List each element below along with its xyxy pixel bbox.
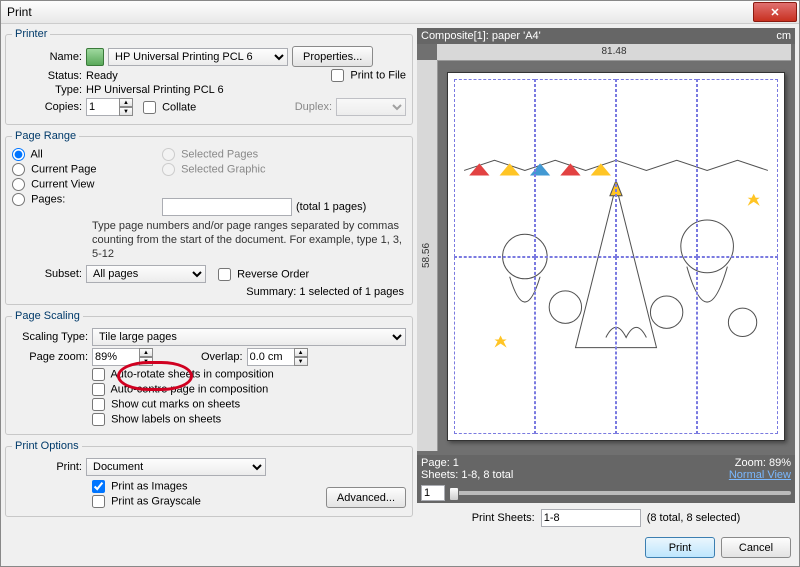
page-range-group: Page Range All Current Page Current View… — [5, 130, 413, 305]
print-dialog: Print ✕ Printer Name: HP Universal Print… — [0, 0, 800, 567]
subset-label: Subset: — [12, 268, 82, 280]
tile-grid — [454, 79, 778, 434]
overlap-down[interactable]: ▼ — [294, 357, 308, 366]
scaling-type-label: Scaling Type: — [12, 331, 88, 343]
printer-legend: Printer — [12, 28, 50, 40]
overlap-spinner[interactable]: ▲▼ — [247, 348, 308, 366]
zoom-slider-row — [417, 483, 795, 503]
zoom-up[interactable]: ▲ — [139, 348, 153, 357]
dialog-buttons: Print Cancel — [417, 533, 795, 562]
pages-help: Type page numbers and/or page ranges sep… — [92, 220, 406, 261]
ruler-horizontal: 81.48 — [437, 44, 791, 61]
zoom-input[interactable] — [92, 348, 140, 366]
cancel-button[interactable]: Cancel — [721, 537, 791, 558]
scaling-type-select[interactable]: Tile large pages — [92, 328, 406, 346]
preview-page: Page: 1 — [421, 457, 513, 469]
reverse-order-checkbox[interactable]: Reverse Order — [218, 268, 309, 281]
preview-unit: cm — [776, 30, 791, 42]
preview-footer: Page: 1 Sheets: 1-8, 8 total Zoom: 89% N… — [417, 455, 795, 483]
printer-name-select[interactable]: HP Universal Printing PCL 6 — [108, 48, 288, 66]
selected-graphic-radio: Selected Graphic — [162, 163, 265, 176]
print-what-label: Print: — [12, 461, 82, 473]
overlap-up[interactable]: ▲ — [294, 348, 308, 357]
range-current-view-radio[interactable]: Current View — [12, 178, 94, 191]
slider-thumb[interactable] — [449, 487, 459, 501]
zoom-down[interactable]: ▼ — [139, 357, 153, 366]
pages-input[interactable] — [162, 198, 292, 216]
range-current-page-radio[interactable]: Current Page — [12, 163, 97, 176]
preview-header: Composite[1]: paper 'A4' cm — [417, 28, 795, 44]
subset-select[interactable]: All pages — [86, 265, 206, 283]
grayscale-checkbox[interactable]: Print as Grayscale — [92, 495, 201, 508]
preview-area[interactable]: 81.48 58.56 — [417, 44, 795, 455]
copies-spinner[interactable]: ▲▼ — [86, 98, 133, 116]
close-button[interactable]: ✕ — [753, 2, 797, 22]
preview-title: Composite[1]: paper 'A4' — [421, 30, 541, 42]
print-sheets-row: Print Sheets: (8 total, 8 selected) — [417, 503, 795, 533]
print-sheets-info: (8 total, 8 selected) — [647, 512, 741, 524]
labels-checkbox[interactable]: Show labels on sheets — [92, 413, 221, 426]
print-what-select[interactable]: Document — [86, 458, 266, 476]
range-pages-radio[interactable]: Pages: — [12, 193, 65, 206]
properties-button[interactable]: Properties... — [292, 46, 373, 67]
close-icon: ✕ — [770, 6, 779, 19]
copies-label: Copies: — [12, 101, 82, 113]
selected-pages-radio: Selected Pages — [162, 148, 258, 161]
preview-paper — [447, 72, 785, 441]
print-sheets-input[interactable] — [541, 509, 641, 527]
advanced-button[interactable]: Advanced... — [326, 487, 406, 508]
overlap-input[interactable] — [247, 348, 295, 366]
zoom-spinner[interactable]: ▲▼ — [92, 348, 153, 366]
copies-up[interactable]: ▲ — [119, 98, 133, 107]
range-all-radio[interactable]: All — [12, 148, 43, 161]
name-label: Name: — [12, 51, 82, 63]
total-pages: (total 1 pages) — [296, 201, 366, 213]
print-sheets-label: Print Sheets: — [472, 512, 535, 524]
copies-input[interactable] — [86, 98, 120, 116]
printer-group: Printer Name: HP Universal Printing PCL … — [5, 28, 413, 125]
zoom-label: Page zoom: — [12, 351, 88, 363]
print-as-images-checkbox[interactable]: Print as Images — [92, 480, 187, 493]
status-value: Ready — [86, 70, 327, 82]
overlap-label: Overlap: — [201, 351, 243, 363]
titlebar: Print ✕ — [1, 1, 799, 24]
cut-marks-checkbox[interactable]: Show cut marks on sheets — [92, 398, 240, 411]
type-value: HP Universal Printing PCL 6 — [86, 84, 224, 96]
window-title: Print — [7, 5, 753, 19]
collate-checkbox[interactable]: Collate — [143, 101, 196, 114]
status-label: Status: — [12, 70, 82, 82]
printer-icon — [86, 48, 104, 66]
scaling-legend: Page Scaling — [12, 310, 83, 322]
normal-view-link[interactable]: Normal View — [729, 469, 791, 481]
range-legend: Page Range — [12, 130, 79, 142]
print-button[interactable]: Print — [645, 537, 715, 558]
page-scaling-group: Page Scaling Scaling Type: Tile large pa… — [5, 310, 413, 435]
zoom-slider[interactable] — [449, 491, 791, 495]
print-options-group: Print Options Print: Document Print as I… — [5, 440, 413, 517]
slider-value[interactable] — [421, 485, 445, 501]
options-legend: Print Options — [12, 440, 82, 452]
auto-rotate-checkbox[interactable]: Auto-rotate sheets in composition — [92, 368, 274, 381]
preview-zoom: Zoom: 89% — [729, 457, 791, 469]
preview-sheets: Sheets: 1-8, 8 total — [421, 469, 513, 481]
range-summary: Summary: 1 selected of 1 pages — [12, 286, 404, 298]
print-to-file-checkbox[interactable]: Print to File — [331, 69, 406, 82]
duplex-label: Duplex: — [295, 101, 332, 113]
type-label: Type: — [12, 84, 82, 96]
duplex-select[interactable] — [336, 98, 406, 116]
ruler-vertical: 58.56 — [417, 60, 438, 451]
copies-down[interactable]: ▼ — [119, 107, 133, 116]
auto-centre-checkbox[interactable]: Auto-centre page in composition — [92, 383, 268, 396]
